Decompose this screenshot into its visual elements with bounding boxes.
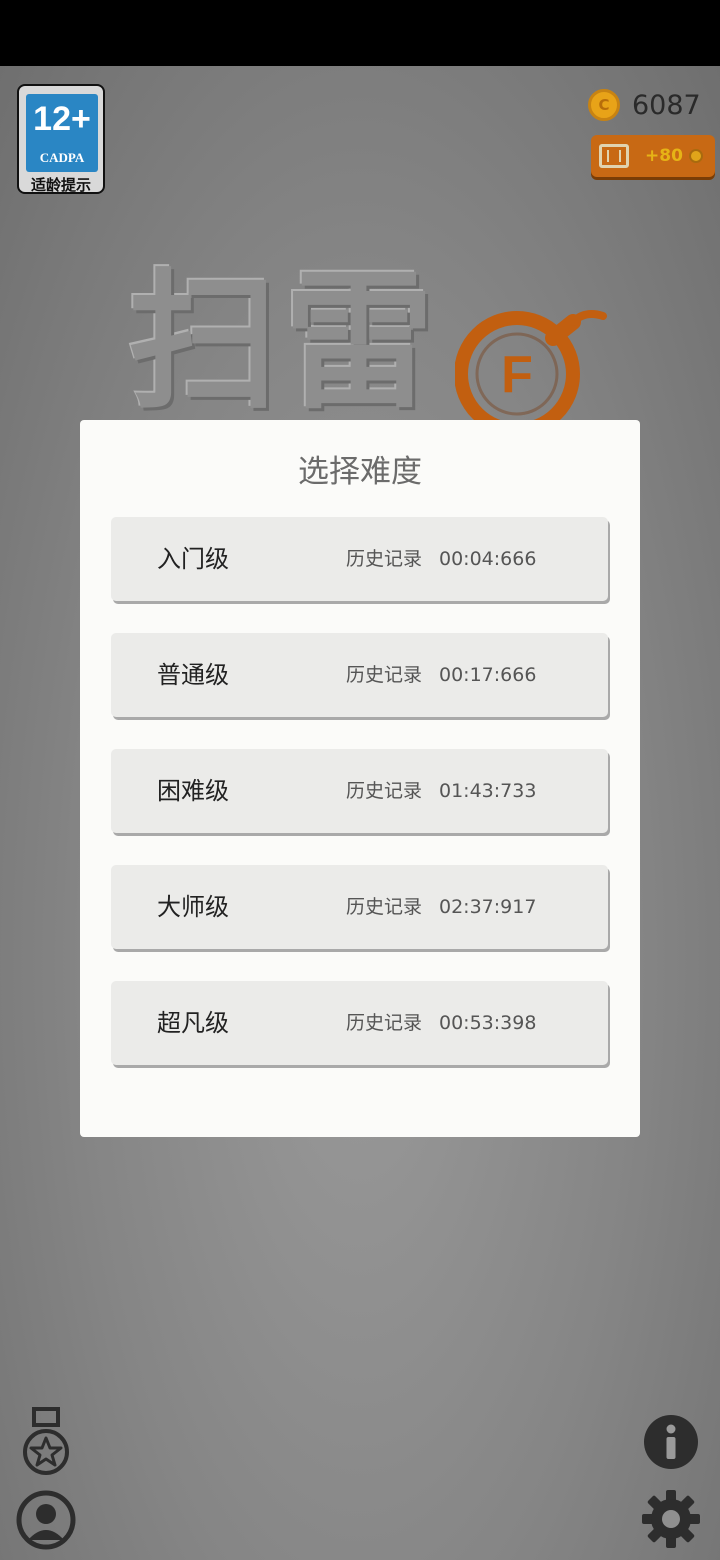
user-icon[interactable]: [16, 1490, 76, 1550]
watch-video-reward-button[interactable]: +80: [591, 135, 715, 177]
record-time: 00:53:398: [439, 1012, 537, 1034]
level-button-extraordinary[interactable]: 超凡级 历史记录 00:53:398: [111, 981, 608, 1065]
level-button-hard[interactable]: 困难级 历史记录 01:43:733: [111, 749, 608, 833]
record-time: 00:04:666: [439, 548, 537, 570]
age-rating-caption: 适龄提示: [30, 176, 91, 194]
dialog-title: 选择难度: [298, 454, 422, 490]
age-rating-org: CADPA: [39, 150, 85, 165]
info-icon[interactable]: [643, 1414, 699, 1470]
record-time: 00:17:666: [439, 664, 537, 686]
coin-count: 6087: [632, 89, 701, 121]
level-button-normal[interactable]: 普通级 历史记录 00:17:666: [111, 633, 608, 717]
record-time: 02:37:917: [439, 896, 537, 918]
reward-amount: +80: [645, 146, 683, 166]
age-rating-panel: 12+ CADPA: [26, 94, 98, 172]
status-bar: [0, 0, 720, 66]
level-name: 困难级: [157, 777, 229, 805]
record-label: 历史记录: [346, 664, 423, 686]
level-name: 普通级: [157, 661, 229, 689]
bomb-logo-icon: F: [455, 310, 607, 430]
video-icon: [599, 144, 629, 168]
record-label: 历史记录: [346, 548, 423, 570]
coin-balance: C 6087: [588, 86, 701, 124]
level-name: 大师级: [157, 893, 229, 921]
level-name: 超凡级: [157, 1009, 229, 1037]
bomb-logo-letter: F: [501, 346, 533, 404]
age-rating-number: 12+: [33, 100, 91, 138]
medal-star-icon[interactable]: [20, 1406, 72, 1478]
level-button-master[interactable]: 大师级 历史记录 02:37:917: [111, 865, 608, 949]
level-name: 入门级: [157, 545, 229, 573]
mini-coin-icon: [688, 149, 703, 163]
coin-icon: C: [588, 89, 620, 121]
record-label: 历史记录: [346, 780, 423, 802]
game-logo-title: 扫雷: [128, 256, 441, 430]
gear-icon[interactable]: [640, 1488, 702, 1550]
age-rating-badge[interactable]: 12+ CADPA 适龄提示: [17, 84, 105, 194]
record-time: 01:43:733: [439, 780, 537, 802]
level-button-beginner[interactable]: 入门级 历史记录 00:04:666: [111, 517, 608, 601]
record-label: 历史记录: [346, 1012, 423, 1034]
record-label: 历史记录: [346, 896, 423, 918]
